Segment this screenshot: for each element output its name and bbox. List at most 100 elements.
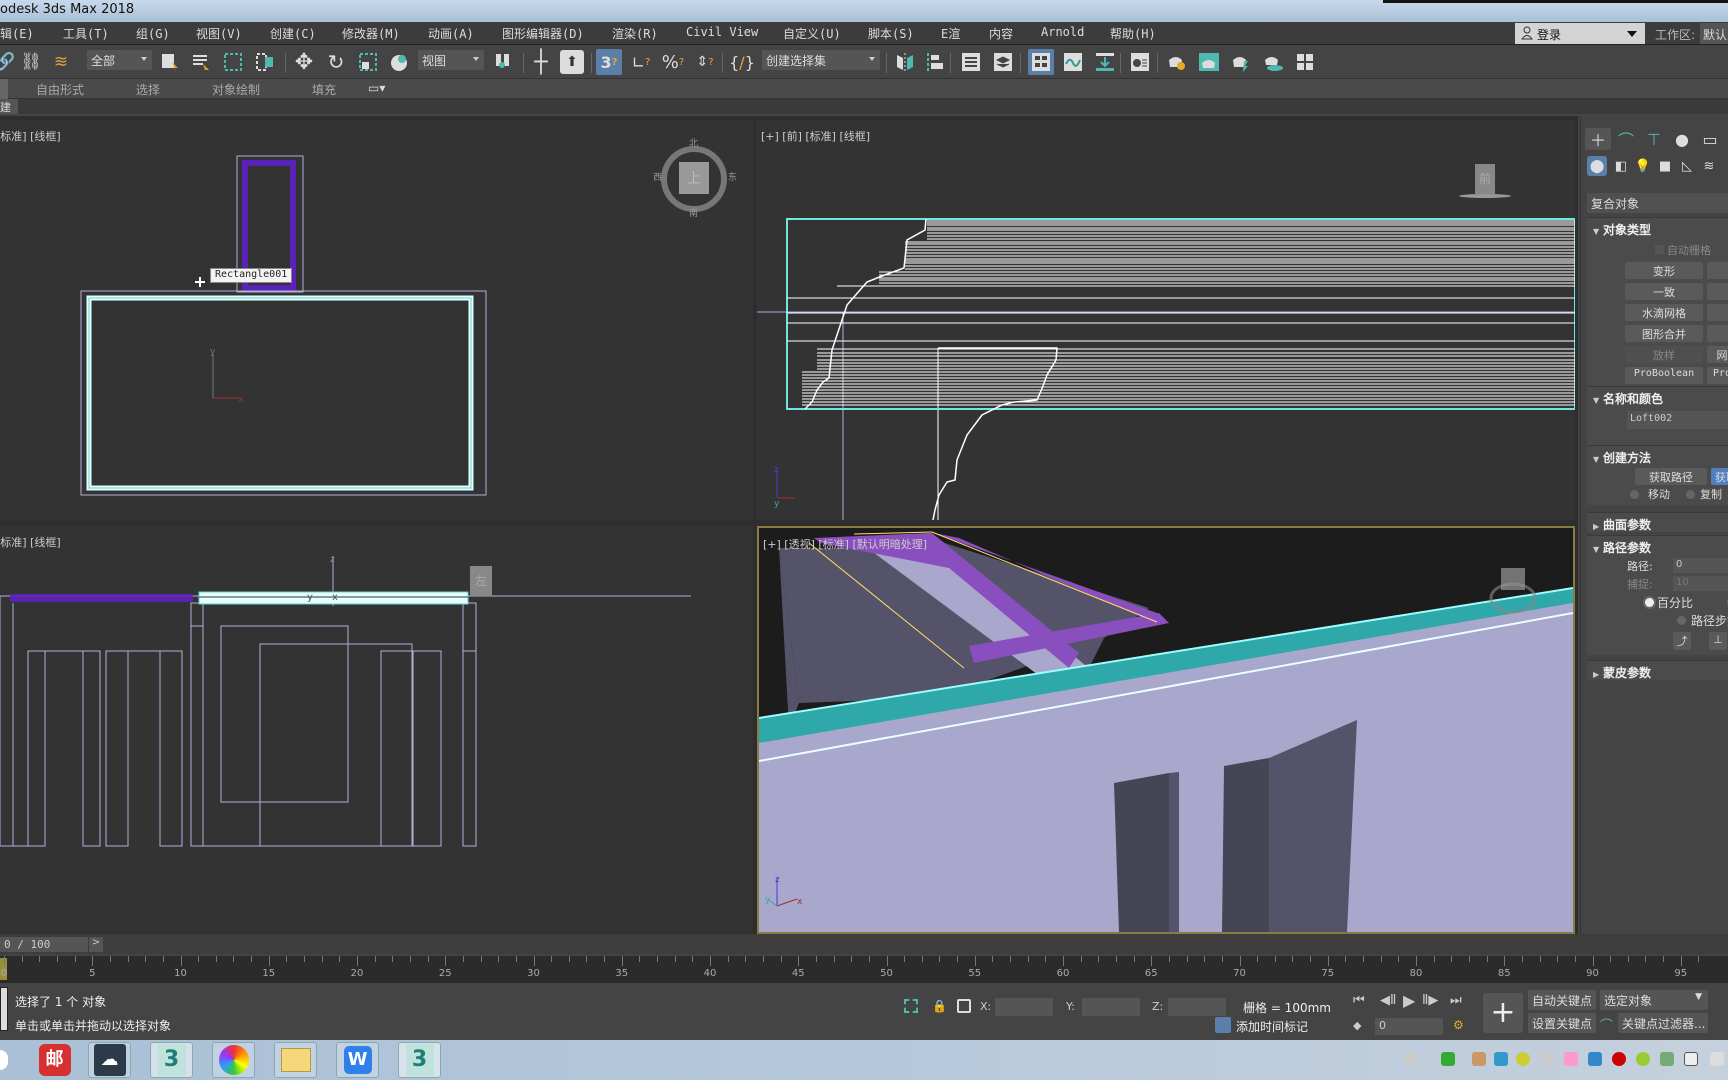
render-production-icon[interactable] <box>1228 49 1254 75</box>
menu-customize[interactable]: 自定义(U) <box>783 25 841 42</box>
viewport-perspective-label[interactable]: [+] [透视] [标准] [默认明暗处理] <box>763 536 927 552</box>
set-key-button[interactable]: 设置关键点 <box>1528 1013 1597 1033</box>
viewport-left[interactable]: [标准] [线框] y x z 左 <box>0 526 753 934</box>
music-tray-icon[interactable] <box>1516 1052 1530 1066</box>
key-target-dropdown[interactable]: 选定对象 ▼ <box>1600 990 1708 1010</box>
hierarchy-tab-icon[interactable]: ⊤ <box>1641 128 1667 150</box>
workspace-select[interactable]: 默认 <box>1700 23 1728 44</box>
snap-spinner[interactable]: 10 <box>1673 576 1728 591</box>
path-spinner[interactable]: 0 <box>1673 558 1728 573</box>
layer-explorer-icon[interactable] <box>990 49 1016 75</box>
rotate-icon[interactable]: ↻ <box>323 49 349 75</box>
shapes-icon[interactable]: ◧ <box>1611 156 1631 176</box>
ribbon-options-icon[interactable]: ▭▾ <box>368 81 385 95</box>
menu-tools[interactable]: 工具(T) <box>63 25 109 42</box>
schematic-view-icon[interactable] <box>1092 49 1118 75</box>
move-icon[interactable]: ✥ <box>291 49 317 75</box>
usb-tray-icon[interactable] <box>1441 1052 1455 1066</box>
menu-rendering[interactable]: 渲染(R) <box>612 25 658 42</box>
space-warps-icon[interactable]: ≋ <box>1699 156 1719 176</box>
z-coordinate-input[interactable] <box>1168 998 1226 1016</box>
volume-tray-icon[interactable] <box>1710 1052 1724 1066</box>
time-slider-thumb[interactable]: 0 / 100 <box>0 937 88 952</box>
shapemerge-button[interactable]: 图形合并 <box>1625 325 1703 342</box>
lock-selection-icon[interactable]: 🔒 <box>932 999 947 1013</box>
play-icon[interactable]: ▶ <box>1403 991 1415 1010</box>
taskbar-app-explorer[interactable] <box>274 1042 317 1078</box>
snaps-toggle-icon[interactable]: 3? <box>596 49 622 75</box>
mesher-button[interactable]: 网 <box>1707 346 1728 363</box>
align-icon[interactable] <box>922 49 948 75</box>
tab-freeform[interactable]: 自由形式 <box>36 81 84 98</box>
mirror-icon[interactable] <box>892 49 918 75</box>
taskbar-app-mail[interactable]: 邮 <box>33 1042 76 1078</box>
flower-tray-icon[interactable] <box>1564 1052 1578 1066</box>
blobmesh-button[interactable]: 水滴网格 <box>1625 304 1703 321</box>
current-frame-input[interactable]: 0 <box>1375 1018 1443 1035</box>
menu-modifiers[interactable]: 修改器(M) <box>342 25 400 42</box>
scene-explorer-icon[interactable] <box>958 49 984 75</box>
bind-space-warp-icon[interactable]: ≋ <box>48 49 74 75</box>
percentage-radio[interactable] <box>1645 598 1654 607</box>
curve-editor-icon[interactable] <box>1060 49 1086 75</box>
menu-animation[interactable]: 动画(A) <box>428 25 474 42</box>
taskbar-app-3dsmax-2[interactable]: 3 <box>398 1042 441 1078</box>
menu-views[interactable]: 视图(V) <box>196 25 242 42</box>
keyboard-tray-icon[interactable] <box>1404 1052 1418 1066</box>
proboolean-button[interactable]: ProBoolean <box>1625 367 1703 384</box>
tab-populate[interactable]: 填充 <box>312 81 336 98</box>
login-button[interactable]: 登录 <box>1515 23 1645 44</box>
menu-arnold[interactable]: Arnold <box>1041 25 1084 39</box>
pick-shape-icon[interactable]: ⤴ <box>1673 632 1691 650</box>
menu-erender[interactable]: E渲 <box>941 25 960 42</box>
track-bar[interactable]: 0 5 10 15 20 25 30 35 40 45 50 55 60 65 70 75 80 85 90 95 <box>0 956 1728 983</box>
x-coordinate-input[interactable] <box>995 998 1053 1016</box>
cameras-icon[interactable]: ■ <box>1655 156 1675 176</box>
edit-named-selection-icon[interactable]: {/} <box>729 49 755 75</box>
geometry-icon[interactable]: ⬤ <box>1587 156 1607 176</box>
y-coordinate-input[interactable] <box>1082 998 1140 1016</box>
material-editor-icon[interactable] <box>1127 49 1153 75</box>
terrain-button[interactable] <box>1707 325 1728 342</box>
menu-group[interactable]: 组(G) <box>136 25 170 42</box>
tab-modeling[interactable] <box>0 79 8 99</box>
rollout-object-type-header[interactable]: ▼ 对象类型 <box>1593 221 1651 238</box>
viewcube-top[interactable]: 上 <box>679 162 709 194</box>
add-time-tag-icon[interactable] <box>1215 1017 1231 1033</box>
ribbon-panel-label[interactable]: 建模 <box>0 99 18 114</box>
lights-icon[interactable]: 💡 <box>1633 156 1653 176</box>
taskbar-app-cloud[interactable]: ☁ <box>88 1042 131 1078</box>
stop-tray-icon[interactable] <box>1612 1052 1626 1066</box>
next-frame-icon[interactable]: Ⅱ▶ <box>1422 993 1438 1008</box>
viewcube-front[interactable]: 前 <box>1475 164 1495 194</box>
auto-grid-checkbox[interactable] <box>1655 245 1664 254</box>
taskbar-app-wps[interactable]: W <box>336 1042 379 1078</box>
key-filters-icon[interactable]: ⌒ <box>1600 1015 1613 1034</box>
pivot-center-icon[interactable] <box>490 49 516 75</box>
viewport-perspective[interactable]: z x y [+] [透视] [标准] [默认明暗处理] <box>757 526 1575 934</box>
menu-edit[interactable]: 辑(E) <box>0 25 34 42</box>
reference-coordinate-dropdown[interactable]: 视图 <box>418 50 484 70</box>
next-frame-button[interactable]: > <box>89 937 103 952</box>
unlink-icon[interactable]: ⛓ <box>18 49 44 75</box>
angle-snap-icon[interactable]: ∟? <box>628 49 654 75</box>
get-shape-button[interactable]: 获取 <box>1711 468 1728 485</box>
create-tab-icon[interactable]: ＋ <box>1585 128 1611 150</box>
tab-selection[interactable]: 选择 <box>136 81 160 98</box>
go-to-end-icon[interactable]: ⏭ <box>1450 993 1462 1008</box>
plus-tray-icon[interactable] <box>1636 1052 1650 1066</box>
viewport-top[interactable]: [标准] [线框] y x Rectangle001 上 北 南 东 西 <box>0 120 753 520</box>
place-icon[interactable] <box>386 49 412 75</box>
autodesk-tray-icon[interactable] <box>1588 1052 1602 1066</box>
rollout-creation-method-header[interactable]: ▼ 创建方法 <box>1593 449 1651 466</box>
window-crossing-icon[interactable] <box>252 49 278 75</box>
rollout-path-params-header[interactable]: ▼ 路径参数 <box>1593 539 1651 556</box>
menu-create[interactable]: 创建(C) <box>270 25 316 42</box>
viewport-layout-icon[interactable] <box>1292 49 1318 75</box>
power-tray-icon[interactable] <box>1660 1052 1674 1066</box>
absolute-mode-icon[interactable] <box>957 999 971 1013</box>
menu-scripting[interactable]: 脚本(S) <box>868 25 914 42</box>
viewcube-left[interactable]: 左 <box>470 566 492 596</box>
select-object-icon[interactable] <box>157 49 183 75</box>
scatter-button[interactable] <box>1707 262 1728 279</box>
